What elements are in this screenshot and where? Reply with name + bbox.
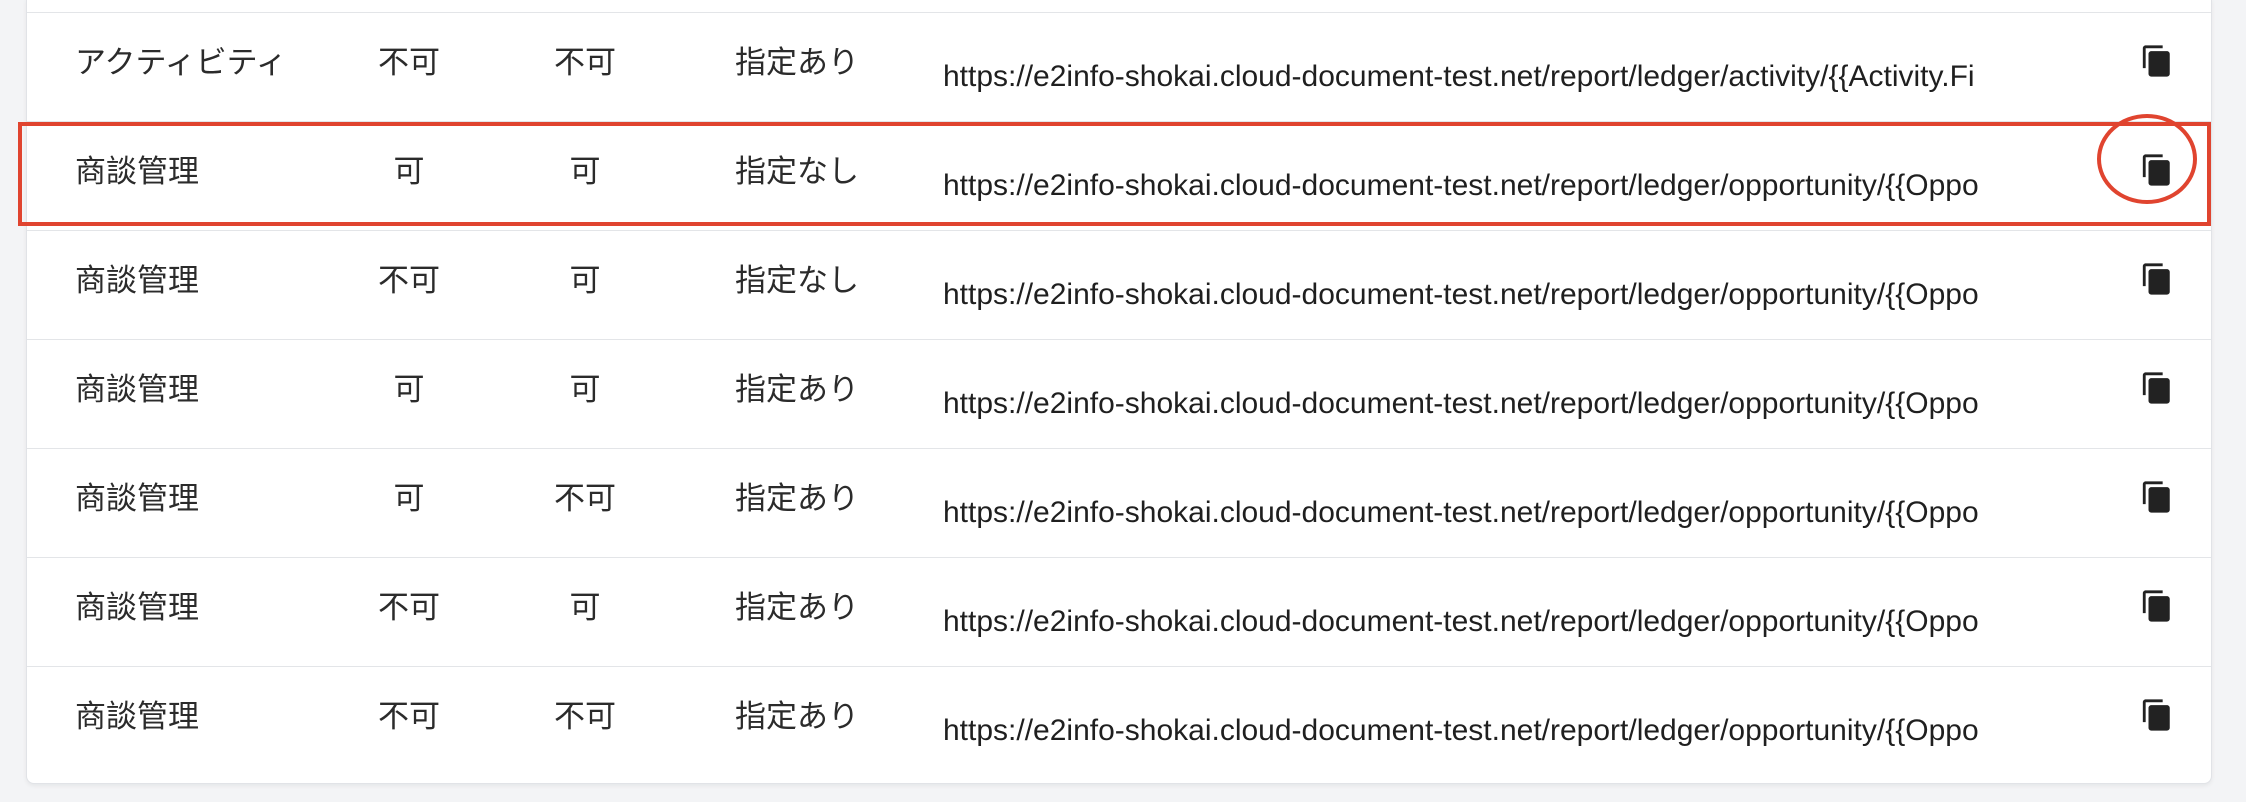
table-row: 商談管理 可 可 指定あり https://e2info-shokai.clou…: [27, 339, 2211, 448]
row-col-a: 不可: [378, 590, 440, 626]
row-col-a: 可: [393, 154, 425, 190]
row-url[interactable]: https://e2info-shokai.cloud-document-tes…: [943, 602, 2113, 642]
copy-icon: [2142, 699, 2170, 731]
row-url[interactable]: https://e2info-shokai.cloud-document-tes…: [943, 57, 2113, 97]
copy-icon: [2142, 154, 2170, 186]
copy-button[interactable]: [2129, 142, 2185, 198]
row-name: 商談管理: [75, 154, 199, 190]
row-name: 商談管理: [75, 263, 199, 299]
row-col-b: 不可: [554, 45, 616, 81]
copy-button[interactable]: [2129, 33, 2185, 89]
row-url[interactable]: https://e2info-shokai.cloud-document-tes…: [943, 711, 2113, 751]
row-spec: 指定なし: [735, 263, 859, 299]
copy-button[interactable]: [2129, 687, 2185, 743]
row-col-a: 可: [393, 372, 425, 408]
row-name: 商談管理: [75, 372, 199, 408]
row-name: 商談管理: [75, 481, 199, 517]
row-spec: 指定なし: [735, 154, 859, 190]
copy-icon: [2142, 263, 2170, 295]
row-name: 商談管理: [75, 699, 199, 735]
row-spec: 指定あり: [735, 45, 859, 81]
table-row: 商談管理 不可 可 指定あり https://e2info-shokai.clo…: [27, 557, 2211, 666]
row-col-b: 不可: [554, 481, 616, 517]
copy-icon: [2142, 590, 2170, 622]
copy-button[interactable]: [2129, 469, 2185, 525]
table-row: 商談管理 不可 可 指定なし https://e2info-shokai.clo…: [27, 230, 2211, 339]
row-col-b: 不可: [554, 699, 616, 735]
table-row: 商談管理 可 不可 指定あり https://e2info-shokai.clo…: [27, 448, 2211, 557]
copy-icon: [2142, 45, 2170, 77]
row-col-a: 不可: [378, 45, 440, 81]
row-url[interactable]: https://e2info-shokai.cloud-document-tes…: [943, 166, 2113, 206]
row-col-b: 可: [569, 590, 601, 626]
copy-button[interactable]: [2129, 251, 2185, 307]
copy-button[interactable]: [2129, 578, 2185, 634]
row-col-a: 不可: [378, 699, 440, 735]
row-col-b: 可: [569, 263, 601, 299]
row-url[interactable]: https://e2info-shokai.cloud-document-tes…: [943, 275, 2113, 315]
row-spec: 指定あり: [735, 699, 859, 735]
report-url-table: アクティビティ 不可 不可 指定あり https://e2info-shokai…: [26, 0, 2212, 784]
row-col-b: 可: [569, 154, 601, 190]
table-row: アクティビティ 不可 不可 指定あり https://e2info-shokai…: [27, 12, 2211, 121]
copy-icon: [2142, 481, 2170, 513]
row-col-a: 不可: [378, 263, 440, 299]
copy-icon: [2142, 372, 2170, 404]
row-url[interactable]: https://e2info-shokai.cloud-document-tes…: [943, 493, 2113, 533]
copy-button[interactable]: [2129, 360, 2185, 416]
row-spec: 指定あり: [735, 481, 859, 517]
row-spec: 指定あり: [735, 372, 859, 408]
row-name: 商談管理: [75, 590, 199, 626]
row-col-a: 可: [393, 481, 425, 517]
table-row: 商談管理 不可 不可 指定あり https://e2info-shokai.cl…: [27, 666, 2211, 775]
row-spec: 指定あり: [735, 590, 859, 626]
row-url[interactable]: https://e2info-shokai.cloud-document-tes…: [943, 384, 2113, 424]
table-row: 商談管理 可 可 指定なし https://e2info-shokai.clou…: [27, 121, 2211, 230]
row-col-b: 可: [569, 372, 601, 408]
row-name: アクティビティ: [75, 45, 287, 81]
